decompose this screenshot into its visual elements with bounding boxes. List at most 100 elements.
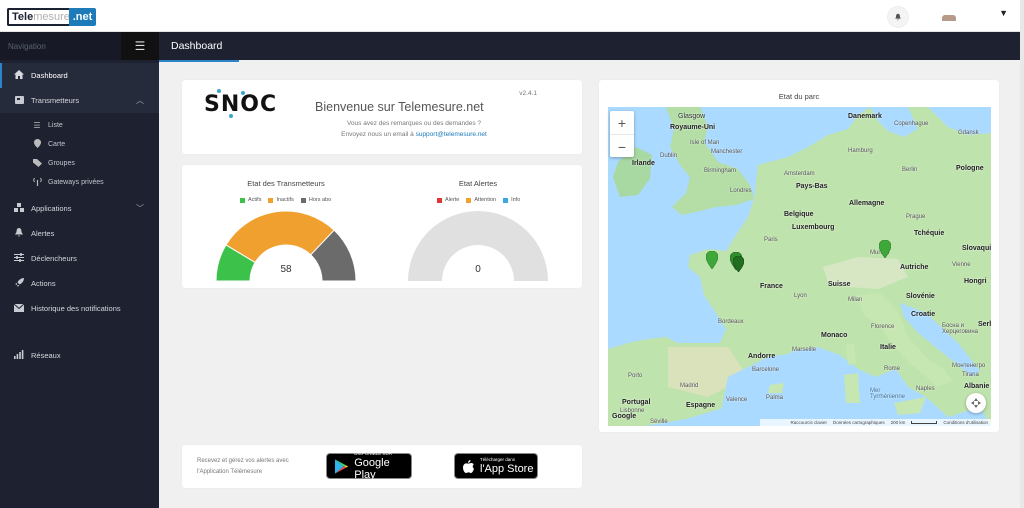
legend-item-hors-abo[interactable]: Hors abo [300, 197, 332, 203]
map-label-isle-of-man: Isle of Man [690, 140, 720, 146]
hamburger-icon[interactable]: ☰ [121, 32, 159, 60]
bell-icon [13, 228, 25, 239]
map-label-mer: Mer Tyrrhénienne [870, 388, 906, 400]
google-play-icon [335, 458, 349, 474]
sidebar-item-label: Réseaux [31, 351, 61, 360]
zoom-out-button[interactable]: − [610, 135, 634, 158]
map-marker-1[interactable] [706, 251, 718, 269]
logo-text-mesure: mesure [33, 11, 69, 23]
sidebar-item-applications[interactable]: Applications ﹀ [0, 196, 159, 221]
legend-item-inactifs[interactable]: Inactifs [268, 197, 294, 203]
legend-label: Hors abo [308, 197, 332, 203]
user-avatar[interactable] [942, 15, 956, 21]
map-label-croatie: Croatie [911, 311, 936, 318]
map-fullscreen-icon[interactable] [966, 393, 986, 413]
map-label-italie: Italie [880, 344, 896, 351]
map-label-seville: Séville [650, 419, 668, 425]
map-label-monaco: Monaco [821, 332, 848, 339]
sidebar-subitem-gateways[interactable]: Gateways privées [0, 173, 159, 192]
welcome-line-2-text: Envoyez nous un email à [341, 131, 414, 138]
welcome-line-1: Vous avez des remarques ou des demandes … [346, 120, 482, 127]
page-title: Dashboard [171, 40, 223, 52]
map-label-slovaquie: Slovaqui [962, 245, 991, 252]
transmetteurs-chart-title: Etat des Transmetteurs [247, 179, 325, 188]
status-charts-card: Etat des Transmetteurs Actifs Inactifs H… [182, 165, 582, 288]
legend-item-info[interactable]: Info [503, 197, 520, 203]
legend-item-attention[interactable]: Attention [466, 197, 496, 203]
applications-icon [13, 203, 25, 214]
legend-label: Attention [474, 197, 497, 203]
map[interactable]: Glasgow Royaume-Uni Isle of Man Manchester D… [608, 107, 991, 426]
alertes-legend: Alerte Attention Info [437, 197, 520, 203]
map-label-porto: Porto [628, 373, 643, 379]
support-email-link[interactable]: support@telemesure.net [416, 131, 487, 138]
map-label-rome: Rome [884, 366, 901, 372]
sidebar-subitem-liste[interactable]: ☰ Liste [0, 116, 159, 135]
legend-label: Inactifs [276, 197, 294, 203]
legend-label: Alerte [445, 197, 460, 203]
map-label-portugal: Portugal [622, 399, 651, 406]
map-label-suisse: Suisse [828, 281, 851, 288]
app-store-big-text: l'App Store [480, 463, 534, 475]
map-label-bordeaux: Bordeaux [718, 319, 744, 325]
map-label-vienne: Vienne [952, 262, 971, 268]
legend-item-actifs[interactable]: Actifs [240, 197, 261, 203]
google-play-button[interactable]: DISPONIBLE SUR Google Play [326, 451, 412, 481]
sidebar-item-label: Historique des notifications [31, 304, 121, 313]
map-label-france: France [760, 283, 783, 290]
legend-item-alerte[interactable]: Alerte [437, 197, 459, 203]
sidebar-item-dashboard[interactable]: Dashboard [0, 63, 159, 88]
legend-swatch [466, 197, 472, 203]
legend-swatch [503, 197, 509, 203]
app-store-button[interactable]: Télécharger dans l'App Store [454, 453, 538, 479]
scrollbar[interactable] [1020, 0, 1024, 508]
sidebar-subitem-carte[interactable]: Carte [0, 135, 159, 154]
envelope-icon [13, 303, 25, 314]
map-marker-3[interactable] [733, 256, 744, 272]
map-label-hongrie: Hongri [964, 278, 987, 285]
sidebar-item-label: Transmetteurs [31, 96, 80, 105]
apps-text-line-1: Recevez et gérez vos alertes avec [197, 458, 289, 464]
map-label-belgique: Belgique [784, 211, 814, 218]
sidebar-item-alertes[interactable]: Alertes [0, 221, 159, 246]
map-label-birmingham: Birmingham [704, 168, 737, 174]
chevron-down-icon[interactable]: ▼ [999, 8, 1008, 18]
sidebar-item-declencheurs[interactable]: Déclencheurs [0, 246, 159, 271]
map-marker-4[interactable] [879, 240, 891, 258]
sidebar-item-transmetteurs[interactable]: Transmetteurs ︿ [0, 88, 159, 113]
map-label-serbie: Serbi [978, 321, 991, 328]
sidebar-item-historique[interactable]: Historique des notifications [0, 296, 159, 321]
sidebar-subitem-groupes[interactable]: Groupes [0, 154, 159, 173]
map-scale-bar [911, 421, 938, 424]
map-title: Etat du parc [778, 92, 820, 101]
notification-bell-icon[interactable] [887, 6, 909, 28]
map-label-valence: Valence [726, 397, 748, 403]
transmetteurs-legend: Actifs Inactifs Hors abo [240, 197, 331, 203]
signal-icon [13, 350, 25, 361]
keyboard-shortcuts-link[interactable]: Raccourcis clavier [791, 420, 828, 425]
map-label-florence: Florence [871, 324, 895, 330]
page-title-underline [159, 60, 239, 62]
map-label-berlin: Berlin [902, 167, 918, 173]
terms-link[interactable]: Conditions d'utilisation [943, 420, 988, 425]
map-label-tirana: Tirana [962, 372, 979, 378]
chevron-down-icon: ﹀ [136, 204, 144, 213]
map-label-montenegro: Монтенегро [952, 363, 986, 369]
alertes-total: 0 [475, 264, 481, 275]
map-label-espagne: Espagne [686, 402, 716, 409]
legend-label: Actifs [248, 197, 262, 203]
sliders-icon [13, 253, 25, 264]
map-data-link[interactable]: Données cartographiques [833, 420, 885, 425]
zoom-in-button[interactable]: + [610, 111, 634, 134]
antenna-icon [32, 177, 42, 188]
map-label-londres: Londres [730, 188, 752, 194]
transmetteurs-total: 58 [280, 264, 292, 275]
telemesure-logo[interactable]: Tele mesure .net [7, 8, 96, 26]
sidebar-heading: Navigation [8, 41, 46, 51]
sidebar-item-actions[interactable]: Actions [0, 271, 159, 296]
map-label-marseille: Marseille [792, 347, 817, 353]
sidebar-item-reseaux[interactable]: Réseaux [0, 343, 159, 368]
sidebar-subitem-label: Carte [48, 141, 66, 148]
welcome-title: Bienvenue sur Telemesure.net [315, 100, 484, 114]
alertes-chart-title: Etat Alertes [458, 179, 498, 188]
